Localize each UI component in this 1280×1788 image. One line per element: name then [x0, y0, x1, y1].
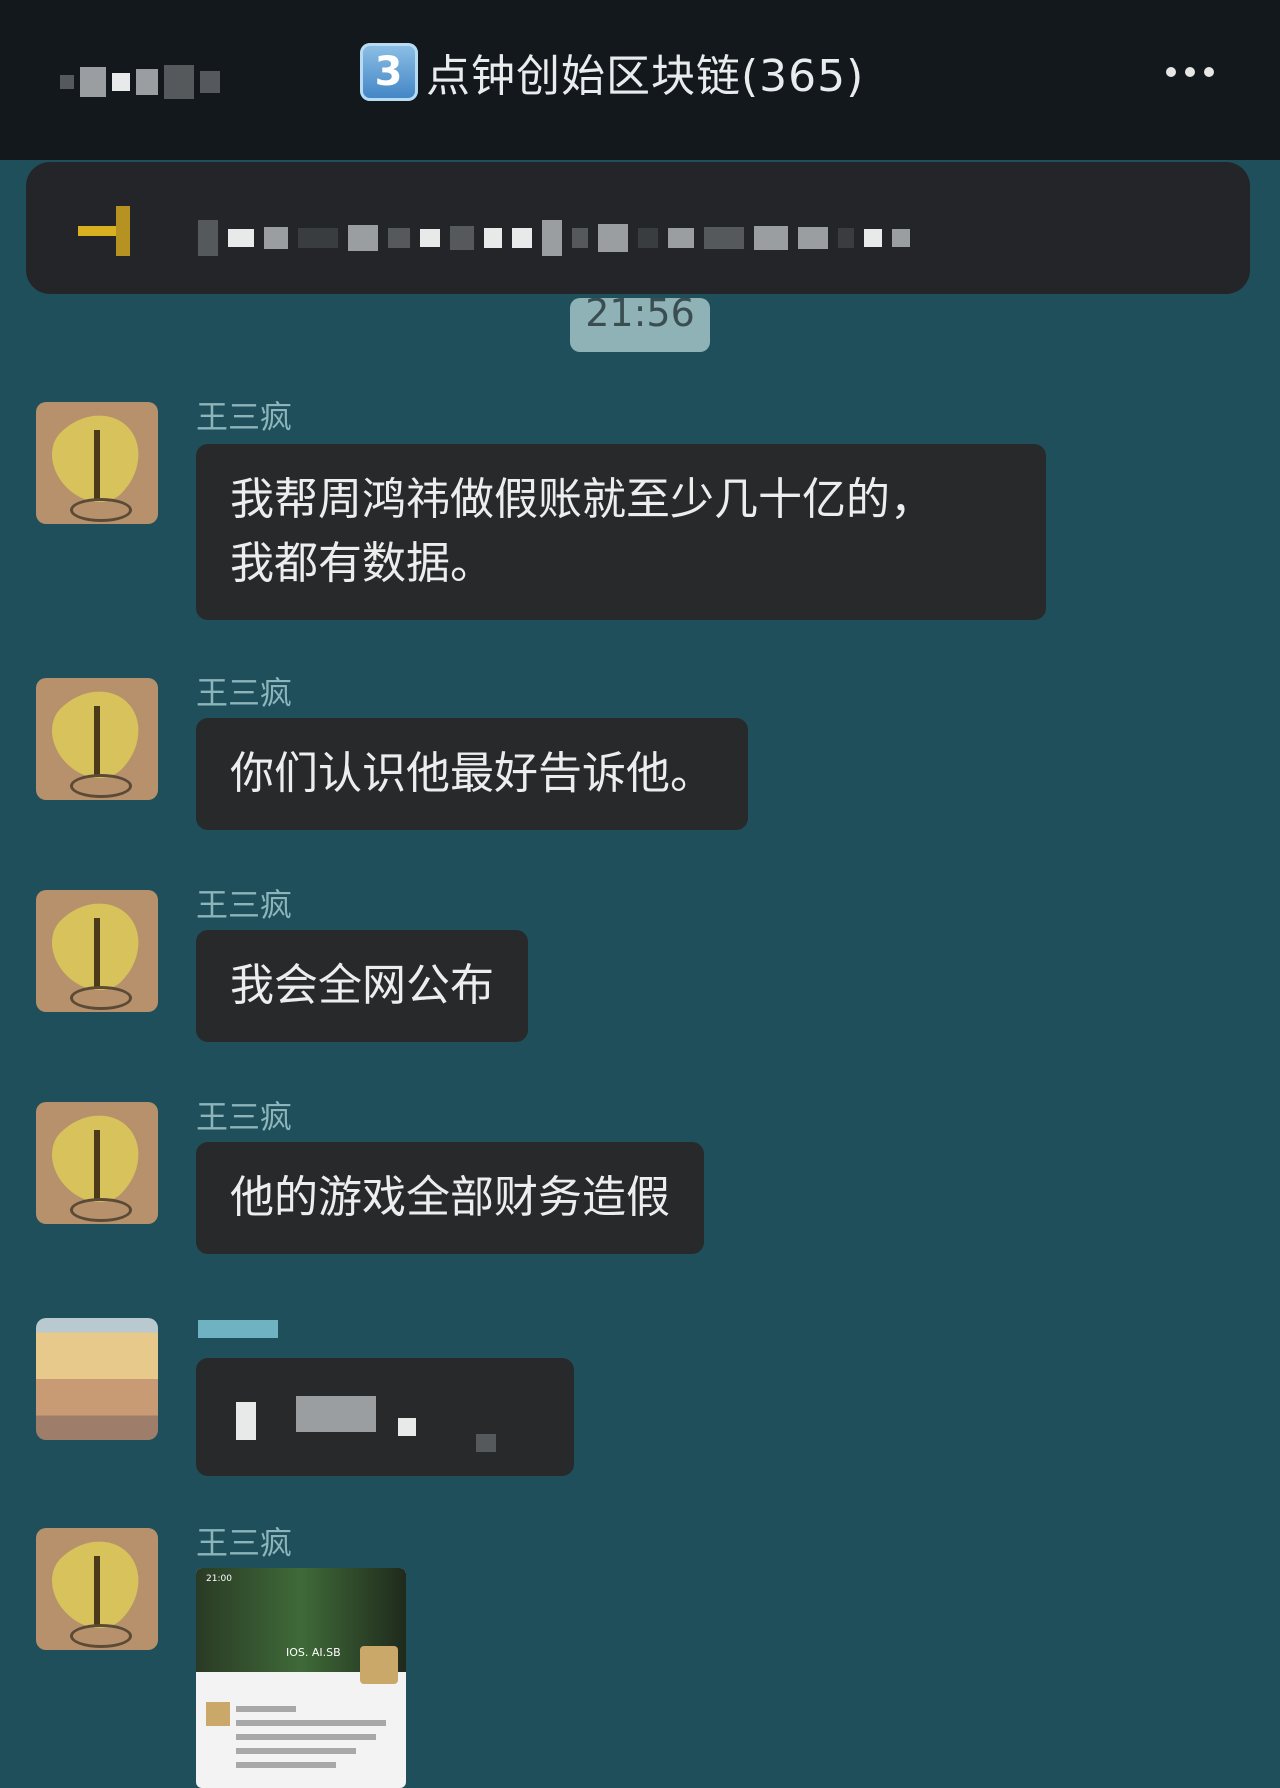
- message-bubble-blurred[interactable]: [196, 1358, 574, 1476]
- sender-name: 王三疯: [196, 1098, 293, 1136]
- sender-name: 王三疯: [196, 886, 293, 924]
- thumbnail-avatar: [360, 1646, 398, 1684]
- group-name: 点钟创始区块链(365): [426, 51, 865, 102]
- number-badge: 3: [360, 43, 418, 101]
- image-message[interactable]: 21:00 IOS. AI.SB: [196, 1568, 406, 1788]
- avatar-blurred[interactable]: [36, 1318, 158, 1440]
- message-bubble[interactable]: 我会全网公布: [196, 930, 528, 1042]
- thumbnail-text-line: [236, 1748, 356, 1754]
- sender-name: 王三疯: [196, 674, 293, 712]
- avatar[interactable]: [36, 402, 158, 524]
- message-bubble[interactable]: 我帮周鸿祎做假账就至少几十亿的， 我都有数据。: [196, 444, 1046, 620]
- message-bubble[interactable]: 他的游戏全部财务造假: [196, 1142, 704, 1254]
- avatar[interactable]: [36, 678, 158, 800]
- thumbnail-small-avatar: [206, 1702, 230, 1726]
- pin-icon: [78, 206, 148, 256]
- avatar[interactable]: [36, 1528, 158, 1650]
- more-dots-icon[interactable]: [1166, 62, 1226, 82]
- thumbnail-profile-name: IOS. AI.SB: [286, 1646, 341, 1659]
- sender-name: 王三疯: [196, 398, 293, 436]
- thumbnail-text-line: [236, 1762, 336, 1768]
- thumbnail-time: 21:00: [206, 1574, 232, 1584]
- thumbnail-text-line: [236, 1720, 386, 1726]
- timestamp-label: 21:56: [570, 298, 710, 352]
- chat-title: 3 点钟创始区块链(365): [360, 42, 864, 102]
- back-button-blurred[interactable]: [60, 62, 255, 102]
- message-bubble[interactable]: 你们认识他最好告诉他。: [196, 718, 748, 830]
- thumbnail-text-line: [236, 1706, 296, 1712]
- sender-name-blurred: [198, 1320, 278, 1338]
- thumbnail-text-line: [236, 1734, 376, 1740]
- sender-name: 王三疯: [196, 1524, 293, 1562]
- avatar[interactable]: [36, 890, 158, 1012]
- pinned-text-blurred: [198, 220, 1138, 256]
- chat-header: 3 点钟创始区块链(365): [0, 0, 1280, 160]
- pinned-message-banner[interactable]: [26, 162, 1250, 294]
- avatar[interactable]: [36, 1102, 158, 1224]
